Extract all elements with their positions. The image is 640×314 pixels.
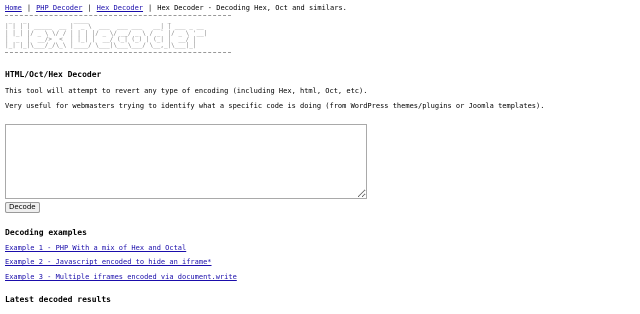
nav-separator: | [148,4,153,12]
example-2-link[interactable]: Example 2 - Javascript encoded to hide a… [5,258,212,266]
nav-tagline: Hex Decoder - Decoding Hex, Oct and simi… [157,4,347,12]
banner-bottom-divider [5,52,231,53]
example-3-link[interactable]: Example 3 - Multiple iframes encoded via… [5,273,237,281]
page-title: HTML/Oct/Hex Decoder [5,70,102,79]
example-1-link[interactable]: Example 1 - PHP With a mix of Hex and Oc… [5,244,186,252]
examples-heading: Decoding examples [5,228,87,237]
nav-home-link[interactable]: Home [5,4,22,12]
nav-php-decoder-link[interactable]: PHP Decoder [36,4,82,12]
decode-button[interactable]: Decode [5,202,40,213]
description-text: Very useful for webmasters trying to ide… [5,102,545,110]
nav-hex-decoder-link[interactable]: Hex Decoder [97,4,143,12]
top-nav: Home | PHP Decoder | Hex Decoder | Hex Decoder… [5,4,347,13]
latest-results-heading: Latest decoded results [5,295,111,304]
banner-top-divider [5,15,231,16]
ascii-logo: _ _ ____ _ | | | | _____ __ | _ \ ___ __… [5,17,208,50]
intro-text: This tool will attempt to revert any typ… [5,87,368,95]
nav-separator: | [87,4,92,12]
encoded-input-textarea[interactable] [5,124,367,199]
nav-separator: | [26,4,32,12]
